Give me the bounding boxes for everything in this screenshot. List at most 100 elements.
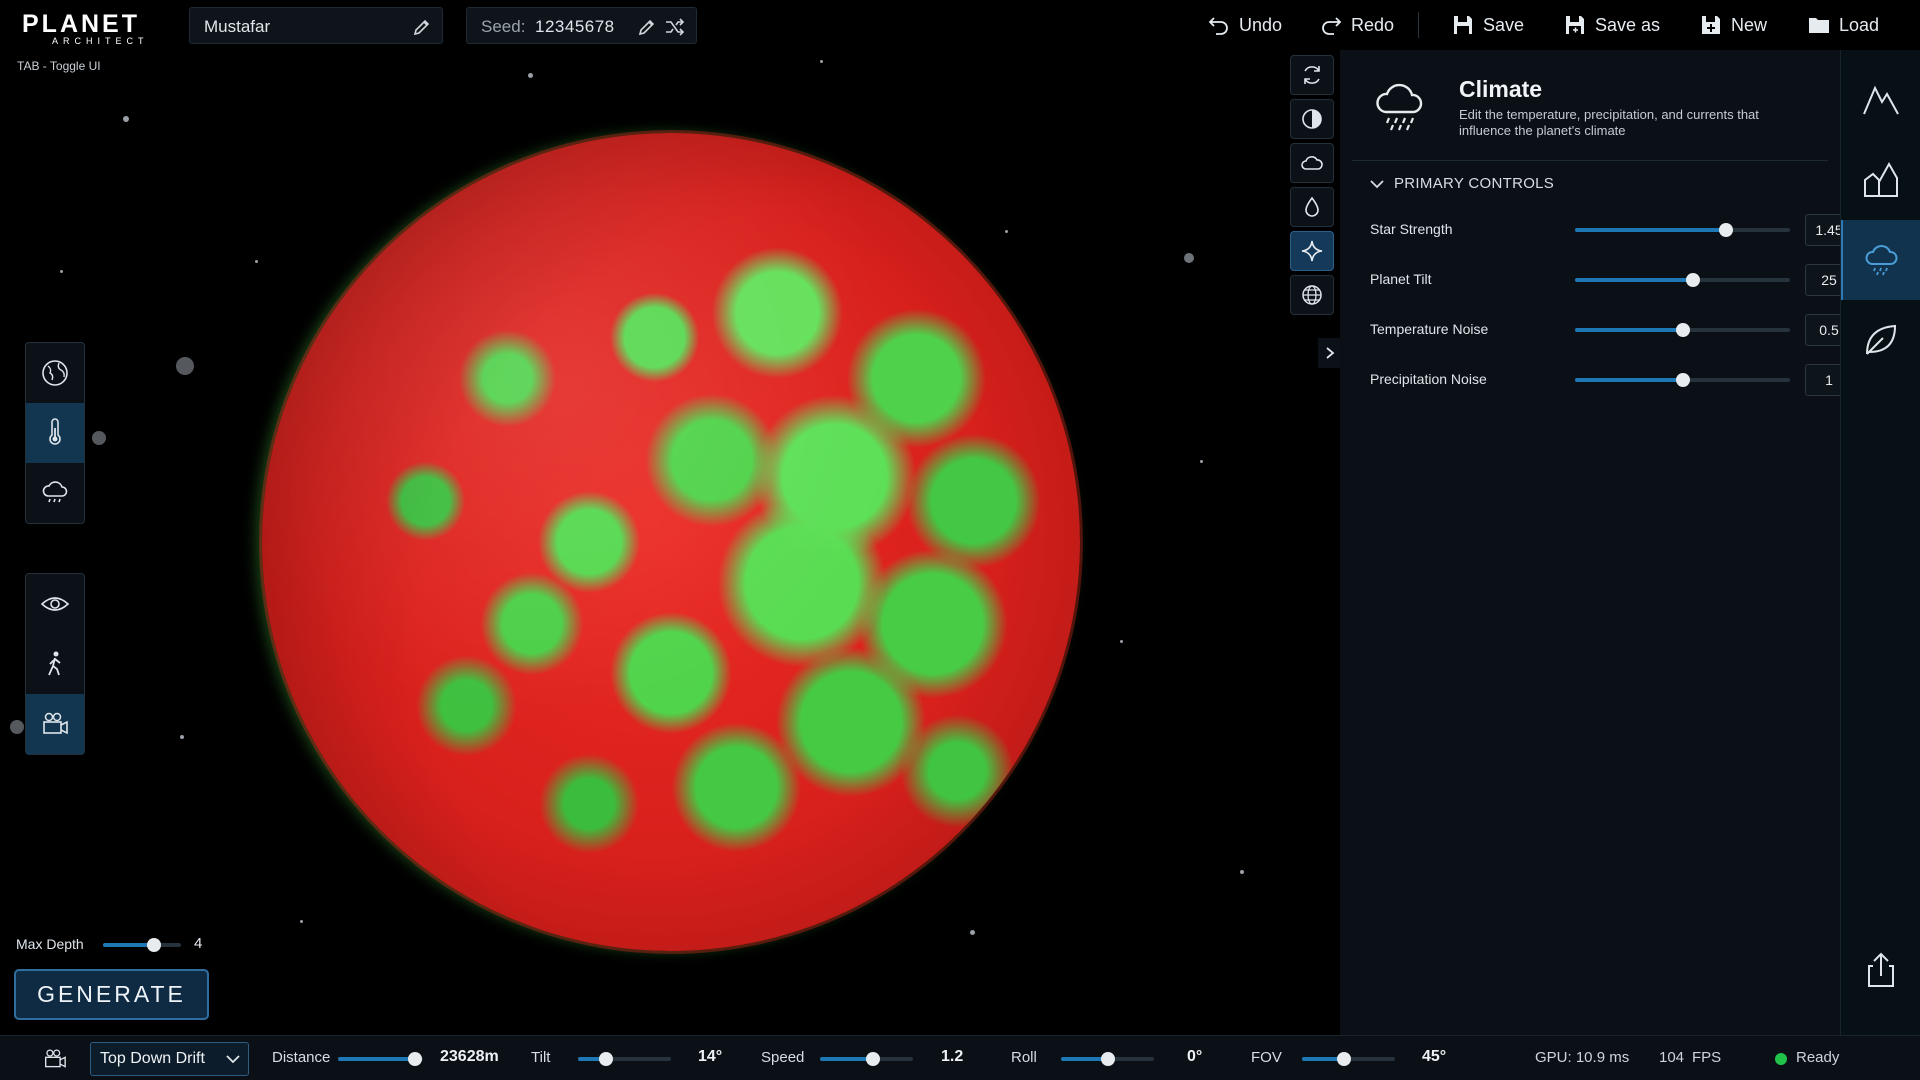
slider-handle[interactable] (1100, 1052, 1115, 1066)
speed-label: Speed (761, 1049, 805, 1066)
slider-fill (1575, 328, 1683, 332)
fov-value: 45° (1422, 1048, 1447, 1065)
camera-view-button[interactable] (26, 694, 84, 754)
precipitation-noise-slider[interactable] (1575, 373, 1790, 387)
slider-fill (338, 1057, 415, 1061)
new-button[interactable]: New (1700, 10, 1767, 40)
save-button[interactable]: Save (1452, 10, 1524, 40)
star (92, 431, 106, 445)
planet-render[interactable] (262, 133, 1080, 951)
slider-handle[interactable] (1675, 323, 1690, 337)
folder-icon (1809, 18, 1829, 33)
slider-fill (1575, 278, 1694, 282)
star (60, 270, 63, 273)
grid-globe-icon (1302, 285, 1322, 305)
slider-handle[interactable] (1675, 373, 1690, 387)
camera-mode-toolbar (25, 573, 85, 755)
planet-tilt-slider[interactable] (1575, 273, 1790, 287)
redo-icon (1322, 17, 1342, 35)
temperature-view-button[interactable] (26, 403, 84, 463)
load-button[interactable]: Load (1808, 10, 1879, 40)
undo-button[interactable]: Undo (1208, 10, 1282, 40)
temperature-noise-slider[interactable] (1575, 323, 1790, 337)
gpu-time: GPU: 10.9 ms (1535, 1049, 1630, 1066)
climate-category-button[interactable] (1841, 220, 1920, 300)
star (176, 357, 194, 375)
camera-controls-bar: Top Down Drift Distance 23628m Tilt 14° … (0, 1035, 1920, 1080)
pencil-icon[interactable] (412, 17, 432, 42)
globe-view-button[interactable] (26, 343, 84, 403)
vegetation-category-button[interactable] (1841, 300, 1920, 380)
walk-view-button[interactable] (26, 634, 84, 694)
star-strength-control: Star Strength 1.45 (1370, 214, 1853, 246)
new-file-icon (1702, 16, 1720, 34)
star (123, 116, 129, 122)
star (1200, 460, 1203, 463)
terrain-blocks-icon (1864, 161, 1898, 197)
star (180, 735, 184, 739)
orbit-view-button[interactable] (26, 574, 84, 634)
precipitation-view-button[interactable] (26, 463, 84, 523)
mountain-icon (1863, 85, 1899, 115)
terrain-category-button[interactable] (1841, 60, 1920, 140)
slider-handle[interactable] (407, 1052, 422, 1066)
fov-slider[interactable] (1302, 1052, 1395, 1066)
slider-fill (1575, 378, 1683, 382)
tilt-slider[interactable] (578, 1052, 671, 1066)
slider-handle[interactable] (866, 1052, 880, 1066)
star (1005, 230, 1008, 233)
water-toggle-button[interactable] (1290, 187, 1334, 227)
logo-main-text: PLANET (22, 10, 140, 38)
control-label: Star Strength (1370, 221, 1453, 237)
seed-label: Seed: (481, 17, 526, 36)
cloud-rain-icon (42, 481, 68, 503)
panel-description: Edit the temperature, precipitation, and… (1459, 107, 1759, 138)
generate-button[interactable]: GENERATE (14, 969, 209, 1020)
toolbar-divider (1418, 12, 1419, 38)
cloud-rain-icon (1865, 245, 1898, 276)
clouds-toggle-button[interactable] (1290, 143, 1334, 183)
camera-mode-select[interactable]: Top Down Drift (90, 1042, 249, 1076)
logo-sub-text: ARCHITECT (52, 36, 149, 46)
video-camera-icon (42, 1048, 68, 1075)
distance-slider[interactable] (338, 1052, 423, 1066)
speed-value: 1.2 (941, 1048, 964, 1065)
panel-divider (1352, 160, 1828, 161)
slider-handle[interactable] (1718, 223, 1733, 237)
planet-name-field[interactable]: Mustafar (189, 7, 443, 44)
seed-field[interactable]: Seed: 12345678 (466, 7, 697, 44)
biome-category-button[interactable] (1841, 140, 1920, 220)
tilt-value: 14° (698, 1048, 723, 1065)
slider-fill (1575, 228, 1726, 232)
status-text: Ready (1796, 1049, 1840, 1066)
render-layer-toolbar (1290, 55, 1334, 319)
redo-label: Redo (1351, 14, 1395, 35)
roll-label: Roll (1011, 1049, 1037, 1066)
grid-toggle-button[interactable] (1290, 275, 1334, 315)
lighting-toggle-button[interactable] (1290, 99, 1334, 139)
roll-slider[interactable] (1061, 1052, 1154, 1066)
max-depth-slider[interactable] (103, 938, 181, 952)
slider-handle[interactable] (598, 1052, 613, 1066)
save-icon (1454, 16, 1472, 34)
stars-toggle-button[interactable] (1290, 231, 1334, 271)
planet-name-text[interactable]: Mustafar (204, 17, 270, 37)
rotate-toggle-button[interactable] (1290, 55, 1334, 95)
temperature-noise-control: Temperature Noise 0.5 (1370, 314, 1853, 346)
planet-tilt-control: Planet Tilt 25 (1370, 264, 1853, 296)
collapse-panel-button[interactable] (1318, 338, 1342, 368)
slider-handle[interactable] (1336, 1052, 1351, 1066)
slider-handle[interactable] (146, 938, 161, 952)
primary-controls-section-toggle[interactable]: PRIMARY CONTROLS (1370, 175, 1554, 192)
max-depth-value: 4 (194, 935, 203, 952)
pencil-icon[interactable] (637, 17, 657, 42)
export-button[interactable] (1841, 930, 1920, 1010)
speed-slider[interactable] (820, 1052, 913, 1066)
star-strength-slider[interactable] (1575, 223, 1790, 237)
planet-viewport[interactable] (0, 0, 1340, 1035)
shuffle-icon[interactable] (664, 17, 686, 42)
save-as-button[interactable]: Save as (1564, 10, 1660, 40)
seed-value[interactable]: 12345678 (535, 17, 615, 37)
redo-button[interactable]: Redo (1320, 10, 1394, 40)
slider-handle[interactable] (1686, 273, 1701, 287)
